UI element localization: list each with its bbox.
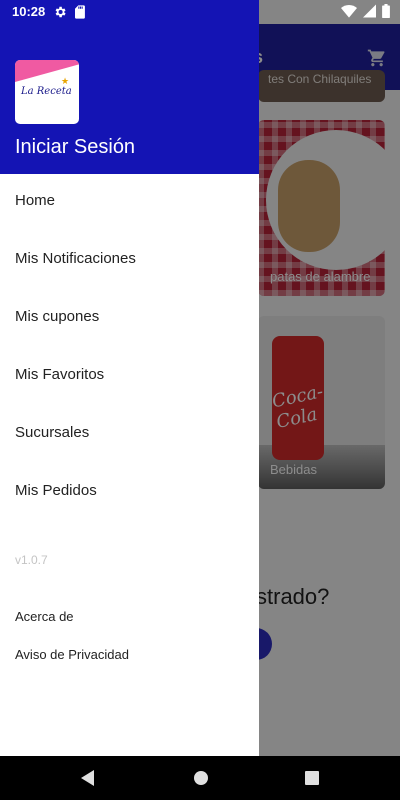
- login-link[interactable]: Iniciar Sesión: [15, 136, 135, 159]
- menu-item-home[interactable]: Home: [15, 192, 55, 209]
- menu-item-branches[interactable]: Sucursales: [15, 424, 89, 441]
- clock: 10:28: [12, 4, 46, 19]
- menu-item-orders[interactable]: Mis Pedidos: [15, 482, 97, 499]
- logo-stripe: [15, 60, 79, 82]
- app-logo: ★ La Receta: [15, 60, 79, 124]
- battery-icon: [382, 4, 390, 18]
- system-nav-bar: [0, 756, 400, 800]
- wifi-icon: [341, 5, 357, 18]
- menu-item-notifications[interactable]: Mis Notificaciones: [15, 250, 136, 267]
- about-link[interactable]: Acerca de: [15, 609, 74, 624]
- recents-icon[interactable]: [302, 768, 322, 788]
- drawer-header: ★ La Receta Iniciar Sesión: [0, 0, 259, 174]
- navigation-drawer: ★ La Receta Iniciar Sesión Home Mis Noti…: [0, 0, 259, 756]
- settings-icon: [55, 6, 66, 17]
- back-icon[interactable]: [78, 768, 98, 788]
- logo-text: La Receta: [21, 86, 72, 97]
- home-icon[interactable]: [191, 768, 211, 788]
- menu-item-coupons[interactable]: Mis cupones: [15, 308, 99, 325]
- menu-item-favorites[interactable]: Mis Favoritos: [15, 366, 104, 383]
- status-bar: 10:28: [0, 0, 400, 24]
- app-version: v1.0.7: [15, 553, 48, 567]
- privacy-notice-link[interactable]: Aviso de Privacidad: [15, 647, 129, 662]
- sd-card-icon: [75, 4, 86, 19]
- signal-icon: [363, 4, 376, 18]
